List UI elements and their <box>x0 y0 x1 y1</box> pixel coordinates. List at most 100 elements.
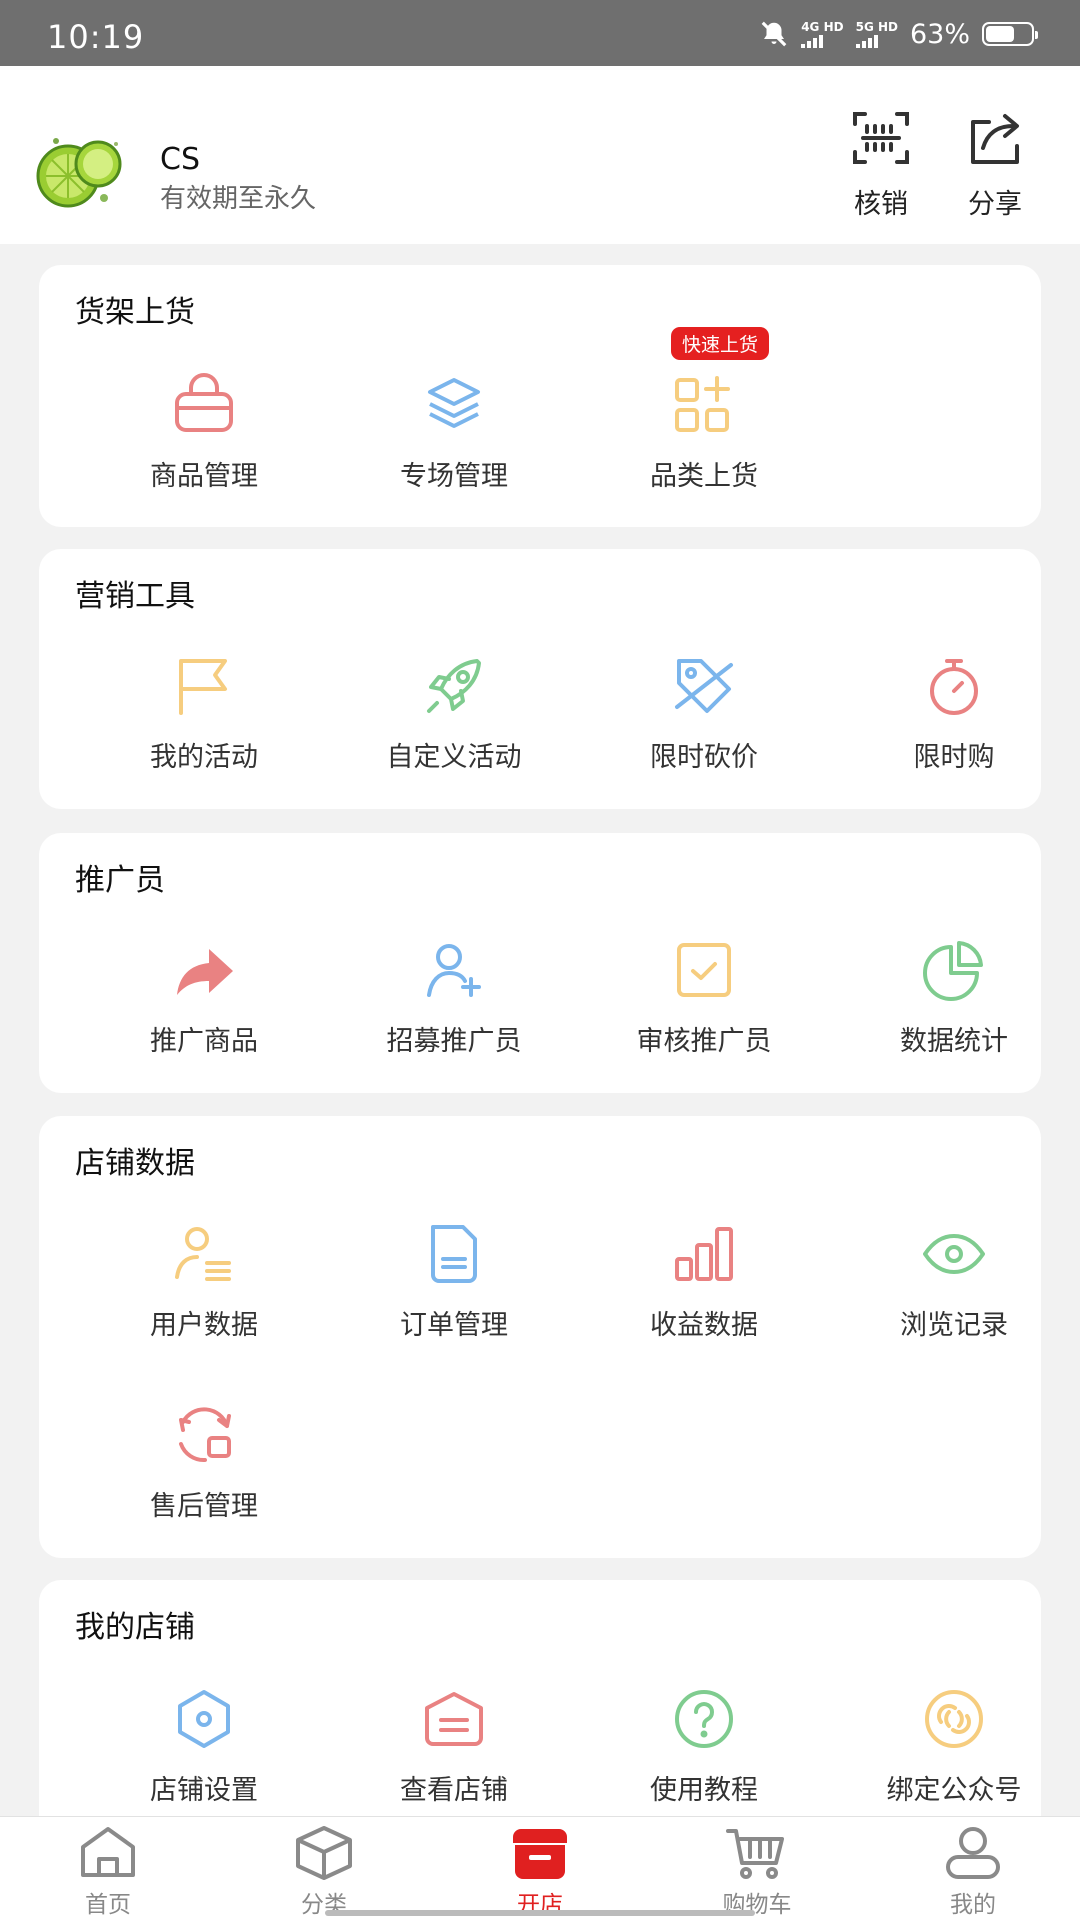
item-label: 店铺设置 <box>150 1775 258 1806</box>
grid-item-revenue-data[interactable]: 收益数据 <box>579 1219 829 1359</box>
refresh-return-icon <box>179 1407 231 1463</box>
item-label: 用户数据 <box>150 1310 258 1341</box>
section-title: 货架上货 <box>75 295 195 330</box>
section-title: 店铺数据 <box>75 1146 195 1181</box>
item-label: 审核推广员 <box>636 1026 772 1057</box>
status-icons: 4G HD 5G HD 63% <box>747 14 1038 54</box>
stopwatch-icon <box>930 659 978 715</box>
item-label: 数据统计 <box>900 1026 1008 1057</box>
store-box-icon <box>425 1692 483 1746</box>
grid-item-my-activity[interactable]: 我的活动 <box>79 651 329 791</box>
share-icon <box>971 114 1019 164</box>
store-validity: 有效期至永久 <box>160 184 317 214</box>
grid-item-special-manage[interactable]: 专场管理 <box>329 370 579 510</box>
item-label: 专场管理 <box>400 461 508 492</box>
signal-bars-icon <box>801 34 825 48</box>
layers-icon <box>428 378 480 428</box>
home-icon <box>81 1827 135 1877</box>
rocket-icon <box>427 659 481 713</box>
item-label: 收益数据 <box>650 1310 758 1341</box>
signal-bars-icon <box>855 34 880 48</box>
item-label: 招募推广员 <box>386 1026 522 1057</box>
section-promoter: 推广员 推广商品 招募推广员 审核推广员 数据统计 <box>39 833 1041 1093</box>
document-icon <box>431 1225 477 1283</box>
item-label: 使用教程 <box>650 1775 758 1806</box>
shopping-bag-icon <box>175 373 233 432</box>
store-name: CS <box>160 142 200 177</box>
open-store-icon <box>513 1829 567 1879</box>
grid-item-product-manage[interactable]: 商品管理 <box>79 370 329 510</box>
tab-category[interactable]: 分类 <box>254 1825 394 1920</box>
cart-icon <box>726 1829 784 1879</box>
net1-label: 4G HD <box>801 19 844 34</box>
flag-icon <box>179 659 227 715</box>
pie-chart-icon <box>923 941 983 1001</box>
grid-item-flash-sale[interactable]: 限时购 <box>829 651 1079 791</box>
grid-item-category-upload[interactable]: 品类上货 <box>579 370 829 510</box>
link-rings-icon <box>925 1690 983 1748</box>
bar-chart-icon <box>675 1227 733 1281</box>
section-store-data: 店铺数据 用户数据 订单管理 收益数据 浏览记录 售后管理 <box>39 1116 1041 1558</box>
mute-bell-icon <box>761 21 787 47</box>
grid-item-recruit-promoter[interactable]: 招募推广员 <box>329 935 579 1075</box>
item-label: 自定义活动 <box>386 742 522 773</box>
signal-4g: 4G HD <box>801 19 844 48</box>
grid-item-review-promoter[interactable]: 审核推广员 <box>579 935 829 1075</box>
price-tag-slash-icon <box>675 659 733 713</box>
item-label: 品类上货 <box>650 461 758 492</box>
signal-5g: 5G HD <box>855 19 898 48</box>
grid-item-promote-product[interactable]: 推广商品 <box>79 935 329 1075</box>
tab-open-store[interactable]: 开店 <box>470 1825 610 1920</box>
item-label: 绑定公众号 <box>886 1775 1022 1806</box>
status-time: 10:19 <box>47 18 145 56</box>
grid-item-store-settings[interactable]: 店铺设置 <box>79 1684 329 1824</box>
section-title: 推广员 <box>75 863 165 898</box>
item-label: 限时购 <box>913 742 995 773</box>
grid-item-statistics[interactable]: 数据统计 <box>829 935 1079 1075</box>
item-label: 商品管理 <box>150 461 258 492</box>
grid-item-after-sale[interactable]: 售后管理 <box>79 1400 329 1540</box>
tab-label: 我的 <box>950 1892 996 1918</box>
section-marketing: 营销工具 我的活动 自定义活动 限时砍价 限时购 <box>39 549 1041 809</box>
checkbox-icon <box>677 943 731 997</box>
grid-item-view-store[interactable]: 查看店铺 <box>329 1684 579 1824</box>
grid-item-time-bargain[interactable]: 限时砍价 <box>579 651 829 791</box>
tab-label: 首页 <box>85 1892 131 1918</box>
help-circle-icon <box>675 1690 733 1748</box>
item-label: 订单管理 <box>400 1310 508 1341</box>
item-label: 限时砍价 <box>650 742 758 773</box>
item-label: 我的活动 <box>150 742 258 773</box>
verify-button[interactable]: 核销 <box>836 106 926 226</box>
verify-label: 核销 <box>854 189 908 220</box>
eye-icon <box>923 1234 985 1274</box>
grid-item-custom-activity[interactable]: 自定义活动 <box>329 651 579 791</box>
share-button[interactable]: 分享 <box>950 106 1040 226</box>
person-icon <box>946 1827 1000 1879</box>
section-title: 我的店铺 <box>75 1610 195 1645</box>
quick-upload-badge: 快速上货 <box>671 327 770 360</box>
user-list-icon <box>175 1227 231 1281</box>
net2-label: 5G HD <box>855 19 898 34</box>
section-title: 营销工具 <box>75 579 195 614</box>
tab-home[interactable]: 首页 <box>38 1825 178 1920</box>
scan-code-icon <box>853 112 909 164</box>
category-grid-icon <box>675 376 730 432</box>
item-label: 售后管理 <box>150 1491 258 1522</box>
item-label: 浏览记录 <box>900 1310 1008 1341</box>
share-arrow-icon <box>177 949 233 995</box>
grid-item-browse-history[interactable]: 浏览记录 <box>829 1219 1079 1359</box>
battery-percent: 63% <box>909 18 970 50</box>
bottom-tab-bar: 首页 分类 开店 购物车 我的 <box>0 1816 1080 1920</box>
grid-item-order-manage[interactable]: 订单管理 <box>329 1219 579 1359</box>
grid-item-tutorial[interactable]: 使用教程 <box>579 1684 829 1824</box>
battery-icon <box>982 22 1038 46</box>
cube-icon <box>296 1826 352 1880</box>
status-bar: 10:19 4G HD 5G HD 63% <box>0 0 1080 66</box>
section-shelf: 货架上货 商品管理 专场管理 品类上货 快速上货 <box>39 265 1041 527</box>
avatar[interactable] <box>26 116 136 226</box>
tab-cart[interactable]: 购物车 <box>687 1825 827 1920</box>
tab-mine[interactable]: 我的 <box>903 1825 1043 1920</box>
grid-item-bind-official-account[interactable]: 绑定公众号 <box>829 1684 1079 1824</box>
home-indicator <box>325 1910 755 1916</box>
grid-item-user-data[interactable]: 用户数据 <box>79 1219 329 1359</box>
